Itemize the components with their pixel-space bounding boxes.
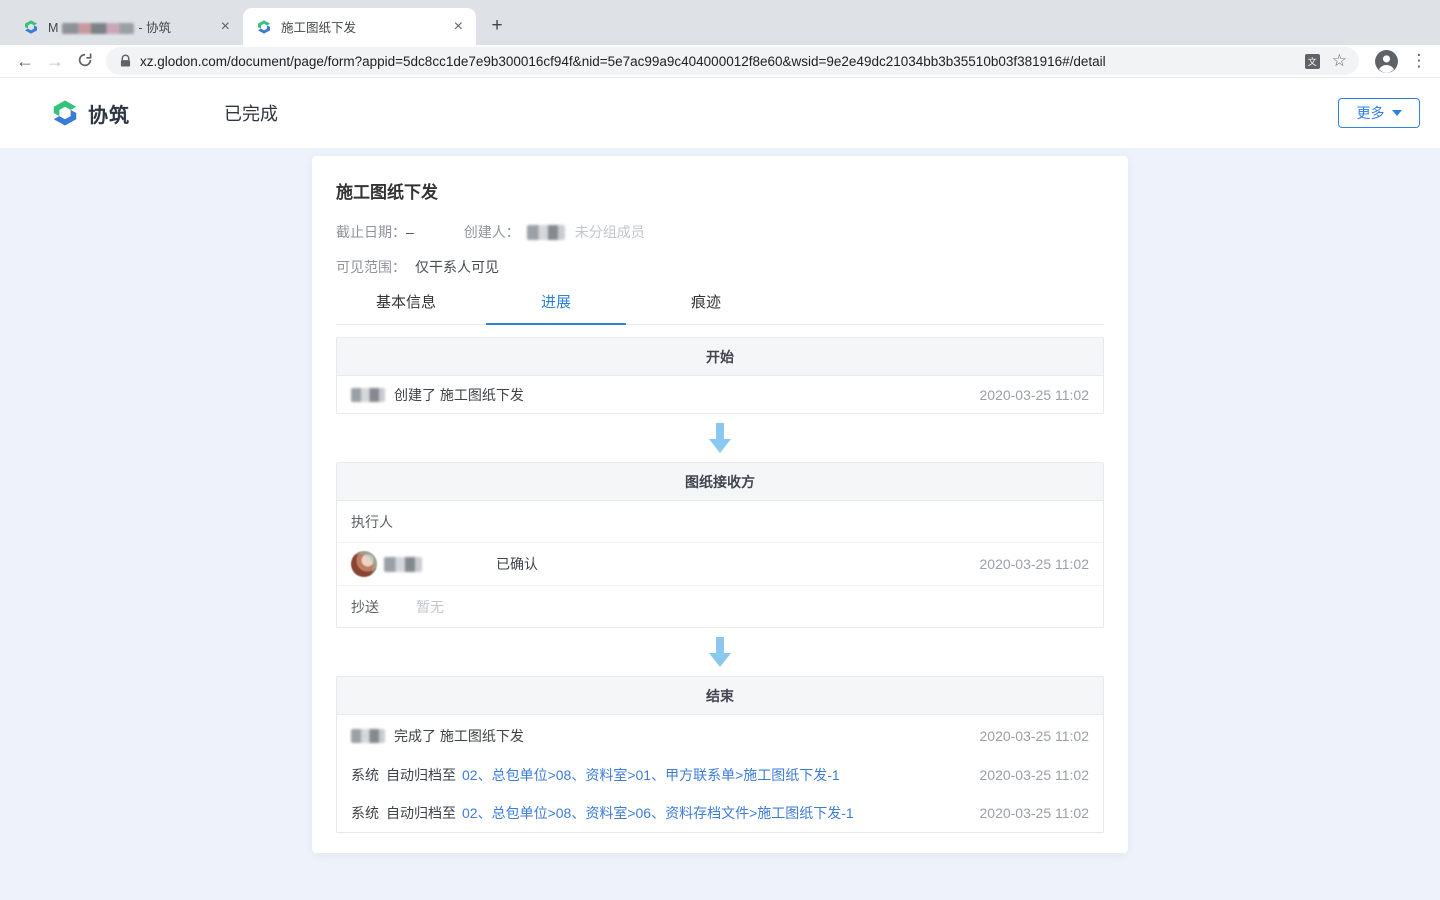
timeline-section-start: 开始 创建了 施工图纸下发 2020-03-25 11:02 (336, 337, 1104, 414)
timeline-section-end: 结束 完成了 施工图纸下发 2020-03-25 11:02 系统 自动归档至 … (336, 676, 1104, 833)
redacted-text (62, 23, 134, 34)
timeline-row: 创建了 施工图纸下发 2020-03-25 11:02 (337, 376, 1103, 413)
page-status-title: 已完成 (224, 100, 278, 126)
event-text: 完成了 施工图纸下发 (394, 726, 524, 746)
tab-title: 施工图纸下发 (281, 17, 451, 36)
tab-title: M- 协筑 (48, 17, 218, 36)
close-icon[interactable]: × (451, 18, 466, 36)
address-input[interactable]: xz.glodon.com/document/page/form?appid=5… (106, 47, 1359, 75)
archive-path-link[interactable]: 02、总包单位>08、资料室>06、资料存档文件>施工图纸下发-1 (462, 803, 854, 823)
page-body: 施工图纸下发 截止日期： – 创建人： 未分组成员 可见范围： 仅干系人可见 基… (0, 156, 1440, 900)
executor-name-redacted (384, 557, 422, 572)
section-title: 结束 (337, 677, 1103, 715)
cc-label: 抄送 (351, 597, 379, 617)
translate-icon[interactable]: 文 (1305, 54, 1320, 69)
actor-name-redacted (351, 388, 385, 402)
timeline-row: 系统 自动归档至 02、总包单位>08、资料室>01、甲方联系单>施工图纸下发-… (337, 756, 1103, 794)
forward-icon[interactable]: → (40, 51, 70, 72)
scope-label: 可见范围： (336, 257, 406, 277)
actor-system: 系统 (351, 803, 379, 823)
actor-system: 系统 (351, 765, 379, 785)
app-header: 协筑 已完成 更多 (0, 78, 1440, 148)
document-title: 施工图纸下发 (336, 178, 1104, 203)
detail-tabs: 基本信息 进展 痕迹 (336, 291, 1104, 325)
event-time: 2020-03-25 11:02 (980, 728, 1090, 744)
event-text: 自动归档至 (386, 803, 456, 823)
glodon-favicon-icon (256, 19, 272, 35)
browser-menu-icon[interactable]: ⋮ (1408, 51, 1430, 71)
arrow-down-icon (708, 423, 732, 453)
profile-avatar-icon[interactable] (1374, 49, 1399, 74)
bookmark-star-icon[interactable]: ☆ (1332, 51, 1347, 71)
back-icon[interactable]: ← (10, 51, 40, 72)
event-time: 2020-03-25 11:02 (980, 387, 1090, 403)
flow-arrow (336, 423, 1104, 453)
meta-row-1: 截止日期： – 创建人： 未分组成员 (336, 222, 1104, 242)
event-text: 自动归档至 (386, 765, 456, 785)
archive-path-link[interactable]: 02、总包单位>08、资料室>01、甲方联系单>施工图纸下发-1 (462, 765, 840, 785)
creator-group: 未分组成员 (575, 222, 645, 242)
executor-label: 执行人 (351, 512, 393, 532)
deadline-value: – (406, 224, 414, 240)
tab-trace[interactable]: 痕迹 (636, 291, 776, 324)
app-logo-text: 协筑 (88, 99, 130, 128)
close-icon[interactable]: × (218, 18, 233, 36)
timeline-row: 系统 自动归档至 02、总包单位>08、资料室>06、资料存档文件>施工图纸下发… (337, 794, 1103, 832)
browser-tab-detail[interactable]: 施工图纸下发 × (243, 8, 476, 45)
event-time: 2020-03-25 11:02 (980, 805, 1090, 821)
event-time: 2020-03-25 11:02 (980, 767, 1090, 783)
creator-label: 创建人： (464, 222, 520, 242)
browser-tab-workspace[interactable]: M- 协筑 × (10, 8, 243, 45)
url-bar: ← → xz.glodon.com/document/page/form?app… (0, 45, 1440, 78)
creator-name-redacted (527, 225, 565, 240)
timeline-row: 完成了 施工图纸下发 2020-03-25 11:02 (337, 715, 1103, 756)
app-logo[interactable]: 协筑 (50, 98, 130, 128)
event-time: 2020-03-25 11:02 (980, 556, 1090, 572)
arrow-down-icon (708, 637, 732, 667)
refresh-icon[interactable] (70, 50, 100, 73)
more-button-label: 更多 (1357, 103, 1385, 123)
chevron-down-icon (1392, 110, 1402, 116)
cc-row: 抄送 暂无 (337, 586, 1103, 627)
section-title: 图纸接收方 (337, 463, 1103, 501)
more-button[interactable]: 更多 (1338, 98, 1420, 128)
executor-label-row: 执行人 (337, 501, 1103, 543)
actor-name-redacted (351, 729, 385, 743)
url-text: xz.glodon.com/document/page/form?appid=5… (140, 54, 1299, 69)
deadline-label: 截止日期： (336, 222, 406, 242)
section-title: 开始 (337, 338, 1103, 376)
glodon-logo-icon (50, 98, 80, 128)
tab-strip: M- 协筑 × 施工图纸下发 × + (0, 0, 1440, 45)
browser-chrome: M- 协筑 × 施工图纸下发 × + ← → xz.glodon.com/doc… (0, 0, 1440, 78)
avatar (351, 551, 377, 577)
flow-arrow (336, 637, 1104, 667)
event-text: 创建了 施工图纸下发 (394, 385, 524, 405)
glodon-favicon-icon (23, 19, 39, 35)
tab-progress[interactable]: 进展 (486, 291, 626, 324)
scope-value: 仅干系人可见 (415, 257, 499, 277)
lock-icon[interactable] (120, 54, 131, 68)
executor-row: 已确认 2020-03-25 11:02 (337, 543, 1103, 586)
progress-timeline: 开始 创建了 施工图纸下发 2020-03-25 11:02 图纸接收方 执行人 (336, 337, 1104, 833)
tab-basic-info[interactable]: 基本信息 (336, 291, 476, 324)
confirm-status: 已确认 (496, 554, 538, 574)
meta-row-2: 可见范围： 仅干系人可见 (336, 257, 1104, 277)
timeline-section-recipient: 图纸接收方 执行人 已确认 2020-03-25 11:02 抄送 暂无 (336, 462, 1104, 628)
detail-card: 施工图纸下发 截止日期： – 创建人： 未分组成员 可见范围： 仅干系人可见 基… (312, 156, 1128, 853)
cc-value: 暂无 (416, 597, 444, 617)
new-tab-button[interactable]: + (482, 11, 512, 41)
